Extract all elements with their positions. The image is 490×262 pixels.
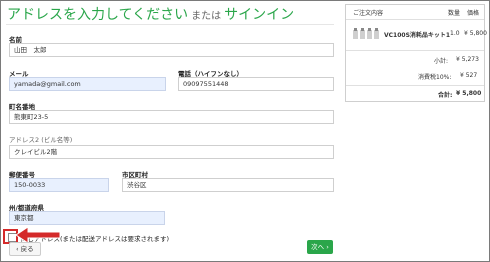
zip-input[interactable]: 150-0033 — [9, 178, 109, 192]
back-button[interactable]: ‹ 戻る — [9, 242, 41, 256]
total-value: ¥ 5,800 — [456, 90, 482, 97]
next-chevron-icon: › — [324, 243, 329, 251]
title-divider — [6, 24, 334, 25]
title-or: または — [191, 11, 222, 22]
page-title: アドレスを入力してください または サインイン — [7, 4, 294, 24]
subtotal-label: 小計: — [434, 58, 449, 65]
tax-value: ¥ 527 — [460, 72, 478, 79]
tax-label: 消費税10%: — [418, 74, 452, 81]
summary-divider — [346, 50, 484, 51]
address2-label: アドレス2 (ビル名等) — [9, 136, 73, 144]
order-summary: ご注文内容 数量 価格 VC100S消耗品キット1 1.0 ¥ 5,800 小計… — [345, 4, 487, 102]
item-price: ¥ 5,800 — [464, 30, 487, 37]
summary-header-qty: 数量 — [448, 10, 461, 17]
address2-input[interactable]: クレイビル2階 — [9, 145, 334, 159]
email-input[interactable]: yamada@gmail.com — [9, 77, 166, 91]
summary-divider — [346, 19, 484, 20]
next-button[interactable]: 次へ › — [307, 240, 333, 254]
summary-header-price: 価格 — [467, 10, 480, 17]
item-name: VC100S消耗品キット1 — [384, 32, 451, 39]
summary-header-contents: ご注文内容 — [353, 10, 384, 17]
phone-input[interactable]: 09097551448 — [178, 77, 334, 91]
signin-link[interactable]: サインイン — [224, 7, 294, 23]
back-button-label: 戻る — [20, 245, 34, 253]
name-input[interactable]: 山田 太郎 — [9, 43, 334, 57]
address1-input[interactable]: 熊東町23-5 — [9, 110, 334, 124]
item-qty: 1.0 — [450, 30, 460, 37]
total-label: 合計: — [438, 92, 453, 99]
subtotal-value: ¥ 5,273 — [456, 56, 479, 63]
product-thumbnail-icon — [353, 28, 379, 39]
title-text: アドレスを入力してください — [7, 7, 189, 23]
next-button-label: 次へ — [311, 243, 325, 251]
state-input[interactable]: 東京都 — [9, 211, 165, 225]
summary-divider — [346, 85, 484, 86]
city-input[interactable]: 渋谷区 — [122, 178, 334, 192]
